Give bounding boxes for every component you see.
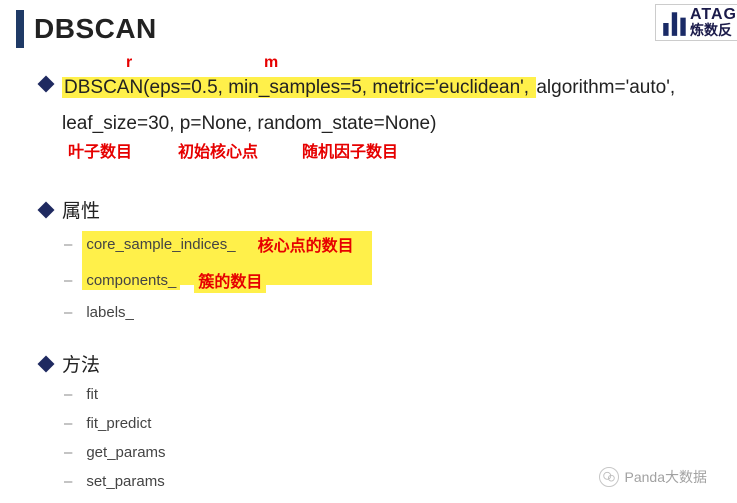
annotation-leaf-size: 叶子数目 <box>68 138 132 168</box>
attributes-heading: 属性 <box>62 196 100 223</box>
sig-part3: leaf_size=30, p=None, random_state=None) <box>62 113 436 134</box>
dash-icon: – <box>64 304 72 321</box>
list-item: – labels_ <box>40 301 703 324</box>
header: DBSCAN ATAG 炼数反 <box>0 0 737 48</box>
methods-heading: 方法 <box>62 350 100 377</box>
bullet-diamond-icon <box>38 76 55 93</box>
annotation-p: 初始核心点 <box>178 138 258 168</box>
wechat-icon <box>599 467 619 487</box>
attributes-list: – core_sample_indices_ 核心点的数目 – componen… <box>40 229 703 324</box>
list-item: – get_params <box>40 441 703 464</box>
bullet-diamond-icon <box>38 356 55 373</box>
attr-name: core_sample_indices_ <box>82 235 239 254</box>
attr-name: labels_ <box>82 303 138 322</box>
bars-icon <box>662 8 688 38</box>
brand-logo: ATAG 炼数反 <box>655 4 737 41</box>
methods-section: 方法 <box>40 350 703 377</box>
sig-part1: DBSCAN(eps=0.5, min_samples=5, metric='e… <box>62 77 536 98</box>
list-item: – fit <box>40 383 703 406</box>
dash-icon: – <box>64 415 72 432</box>
attr-name: components_ <box>82 271 180 290</box>
brand-text-1: ATAG <box>690 7 737 23</box>
dash-icon: – <box>64 272 72 289</box>
method-name: fit_predict <box>82 414 155 433</box>
annotation-random-state: 随机因子数目 <box>302 138 398 168</box>
dash-icon: – <box>64 473 72 490</box>
content: r m DBSCAN(eps=0.5, min_samples=5, metri… <box>0 70 737 493</box>
dash-icon: – <box>64 386 72 403</box>
page-title: DBSCAN <box>34 13 157 45</box>
title-bar: DBSCAN <box>0 10 157 48</box>
function-signature: DBSCAN(eps=0.5, min_samples=5, metric='e… <box>62 70 675 142</box>
bullet-diamond-icon <box>38 202 55 219</box>
dash-icon: – <box>64 444 72 461</box>
list-item: – core_sample_indices_ 核心点的数目 <box>40 229 703 259</box>
method-name: set_params <box>82 472 168 491</box>
attributes-section: 属性 <box>40 196 703 223</box>
list-item: – components_ 簇的数目 <box>40 265 703 295</box>
attr-note: 簇的数目 <box>194 267 266 293</box>
method-name: get_params <box>82 443 169 462</box>
list-item: – fit_predict <box>40 412 703 435</box>
attr-note: 核心点的数目 <box>254 231 358 257</box>
watermark: Panda大数据 <box>599 467 707 487</box>
title-accent <box>16 10 24 48</box>
method-name: fit <box>82 385 102 404</box>
watermark-text: Panda大数据 <box>625 467 707 487</box>
brand-text-2: 炼数反 <box>690 23 737 38</box>
sig-part2: algorithm='auto', <box>536 77 675 98</box>
signature-block: DBSCAN(eps=0.5, min_samples=5, metric='e… <box>40 70 703 142</box>
dash-icon: – <box>64 236 72 253</box>
